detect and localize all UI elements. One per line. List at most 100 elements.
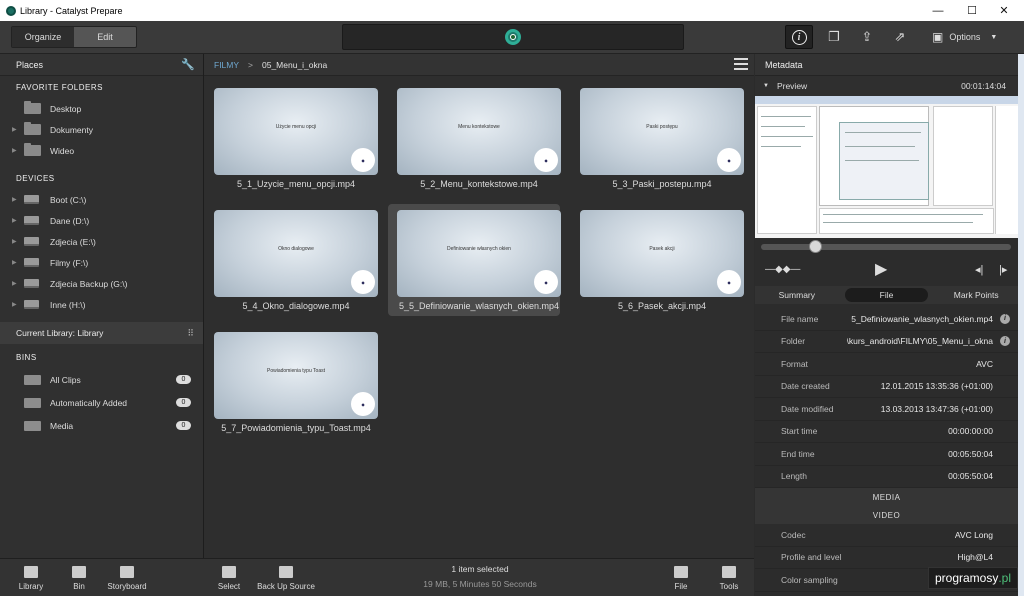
device-d[interactable]: ▶ Dane (D:\)	[0, 210, 203, 231]
breadcrumb-current[interactable]: 05_Menu_i_okna	[262, 60, 327, 70]
bin-all-clips[interactable]: All Clips 0	[0, 368, 203, 391]
expand-arrow-icon[interactable]: ▶	[12, 280, 17, 287]
maximize-button[interactable]: ☐	[956, 0, 988, 21]
info-icon[interactable]: i	[1000, 313, 1010, 324]
expand-arrow-icon[interactable]: ▶	[12, 196, 17, 203]
options-button[interactable]: ▣ Options ▼	[932, 25, 1014, 49]
wrench-icon[interactable]: 🔧	[181, 58, 195, 71]
bin-icon	[24, 420, 41, 431]
clip-thumbnail[interactable]: Okno dialogowe ◆	[214, 210, 378, 297]
info-icon[interactable]: i	[1000, 336, 1010, 347]
device-c[interactable]: ▶ Boot (C:\)	[0, 189, 203, 210]
storyboard-button[interactable]: Storyboard	[102, 561, 152, 595]
app-window: Library - Catalyst Prepare — ☐ ✕ Organiz…	[0, 0, 1024, 596]
clip-thumbnail[interactable]: Menu kontekstowe ◆	[397, 88, 561, 175]
bin-button[interactable]: Bin	[54, 561, 104, 595]
tab-summary[interactable]: Summary	[755, 290, 839, 300]
expand-arrow-icon[interactable]: ▶	[12, 217, 17, 224]
clip-item[interactable]: Paski postępu ◆ 5_3_Paski_postepu.mp4	[571, 82, 744, 194]
share-icon[interactable]: ⇗	[886, 25, 914, 49]
bins-title: BINS	[16, 352, 37, 362]
organize-tab[interactable]: Organize	[12, 27, 74, 47]
file-button[interactable]: File	[656, 561, 706, 595]
logo-icon: ◆	[351, 148, 375, 172]
collapse-arrow-icon[interactable]: ▼	[763, 83, 769, 89]
minimize-button[interactable]: —	[922, 0, 954, 21]
device-e[interactable]: ▶ Zdjecia (E:\)	[0, 231, 203, 252]
device-g[interactable]: ▶ Zdjecia Backup (G:\)	[0, 273, 203, 294]
expand-arrow-icon[interactable]: ▶	[12, 126, 17, 133]
expand-arrow-icon[interactable]: ▶	[12, 147, 17, 154]
metadata-key: Folder	[781, 336, 806, 347]
thumbnail-title: Menu kontekstowe	[458, 124, 500, 130]
folder-icon	[24, 143, 41, 156]
device-f[interactable]: ▶ Filmy (F:\)	[0, 252, 203, 273]
jog-icon[interactable]: —◆◆—	[765, 264, 800, 275]
activity-well	[342, 24, 684, 50]
gear-icon[interactable]	[505, 29, 521, 45]
all-clips-icon	[24, 374, 41, 385]
breadcrumb-root[interactable]: FILMY	[214, 60, 239, 70]
clip-item[interactable]: Użycie menu opcji ◆ 5_1_Uzycie_menu_opcji.…	[205, 82, 378, 194]
metadata-tabs: Summary File Mark Points	[755, 286, 1018, 304]
expand-arrow-icon[interactable]: ▶	[12, 238, 17, 245]
video-preview[interactable]	[755, 96, 1018, 238]
close-button[interactable]: ✕	[988, 0, 1020, 21]
clip-item[interactable]: Pasek akcji ◆ 5_6_Pasek_akcji.mp4	[571, 204, 744, 316]
grip-icon[interactable]: ⠿	[187, 328, 195, 339]
logo-icon: ◆	[717, 270, 741, 294]
playback-scrubber[interactable]	[761, 240, 1011, 253]
upload-icon[interactable]: ⇪	[853, 25, 881, 49]
preview-header[interactable]: ▼ Preview 00:01:14:04	[755, 76, 1018, 96]
clip-item[interactable]: Menu kontekstowe ◆ 5_2_Menu_kontekstowe.mp…	[388, 82, 561, 194]
clip-name: 5_5_Definiowanie_wlasnych_okien.mp4	[398, 301, 560, 311]
metadata-key: Length	[781, 471, 807, 482]
clip-item[interactable]: Okno dialogowe ◆ 5_4_Okno_dialogowe.mp4	[205, 204, 378, 316]
expand-arrow-icon[interactable]: ▶	[12, 259, 17, 266]
favorite-dokumenty[interactable]: ▶ Dokumenty	[0, 119, 203, 140]
clip-item[interactable]: Powiadomienia typu Toast ◆ 5_7_Powiadomien…	[205, 326, 378, 438]
current-library-header[interactable]: Current Library: Library ⠿	[0, 322, 203, 344]
clip-item[interactable]: Definiowanie własnych okien ◆ 5_5_Definiow…	[388, 204, 561, 316]
scrubber-handle[interactable]	[809, 240, 822, 253]
library-button[interactable]: Library	[6, 561, 56, 595]
tab-file[interactable]: File	[844, 288, 929, 302]
backup-source-button[interactable]: Back Up Source	[255, 561, 317, 595]
bin-label: Media	[50, 420, 74, 431]
metadata-row: Codec AVC Long	[755, 524, 1018, 547]
logo-icon: ◆	[351, 270, 375, 294]
bottom-toolbar: Library Bin Storyboard Select Back Up So…	[0, 558, 754, 596]
mark-in-icon[interactable]: ◂|	[975, 263, 983, 276]
expand-arrow-icon[interactable]: ▶	[12, 301, 17, 308]
device-label: Filmy (F:\)	[50, 257, 89, 268]
metadata-key: Codec	[781, 529, 806, 540]
clip-thumbnail[interactable]: Powiadomienia typu Toast ◆	[214, 332, 378, 419]
folder-icon	[24, 122, 41, 135]
selection-status: 1 item selected	[451, 564, 509, 574]
clip-thumbnail[interactable]: Użycie menu opcji ◆	[214, 88, 378, 175]
tools-button[interactable]: Tools	[704, 561, 754, 595]
drive-icon	[24, 279, 39, 288]
favorite-desktop[interactable]: Desktop	[0, 98, 203, 119]
edit-tab[interactable]: Edit	[74, 27, 136, 47]
watermark-suffix: .pl	[998, 571, 1012, 585]
bin-count: 0	[176, 421, 191, 430]
bin-media[interactable]: Media 0	[0, 414, 203, 437]
favorite-wideo[interactable]: ▶ Wideo	[0, 140, 203, 161]
title-bar: Library - Catalyst Prepare — ☐ ✕	[0, 0, 1024, 21]
windows-icon[interactable]: ❐	[820, 25, 848, 49]
select-button[interactable]: Select	[204, 561, 254, 595]
play-icon[interactable]: ▶	[875, 259, 887, 279]
info-button[interactable]: i	[785, 25, 813, 49]
metadata-value: AVC Long	[954, 529, 993, 540]
clip-thumbnail[interactable]: Paski postępu ◆	[580, 88, 744, 175]
app-icon	[6, 5, 16, 16]
mark-out-icon[interactable]: |▸	[999, 263, 1007, 276]
device-h[interactable]: ▶ Inne (H:\)	[0, 294, 203, 315]
clip-thumbnail[interactable]: Definiowanie własnych okien ◆	[397, 210, 561, 297]
tab-mark-points[interactable]: Mark Points	[934, 290, 1018, 300]
bin-automatically-added[interactable]: Automatically Added 0	[0, 391, 203, 414]
clip-thumbnail[interactable]: Pasek akcji ◆	[580, 210, 744, 297]
metadata-row: Date modified 13.03.2013 13:47:36 (+01:00…	[755, 398, 1018, 421]
list-view-icon[interactable]	[734, 58, 748, 70]
